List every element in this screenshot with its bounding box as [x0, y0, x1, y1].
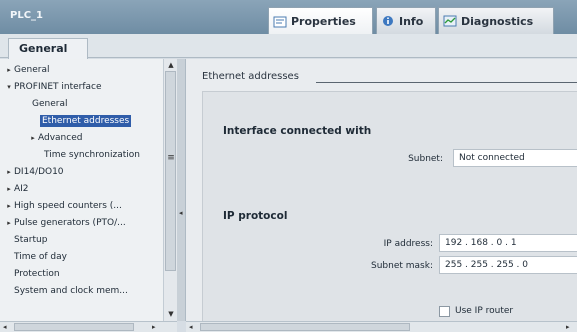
info-icon [381, 15, 395, 27]
nav-horizontal-scrollbar[interactable]: ◂ ▸ [0, 321, 177, 332]
scroll-thumb[interactable] [165, 71, 176, 271]
nav-item-time-synchronization[interactable]: Time synchronization [44, 148, 140, 163]
nav-item-label: Time synchronization [44, 150, 140, 160]
nav-item-time-of-day[interactable]: Time of day [14, 250, 67, 265]
nav-item-startup[interactable]: Startup [14, 233, 47, 248]
nav-vertical-scrollbar[interactable]: ▲ ≡ ▼ [163, 59, 177, 321]
expand-arrow-icon[interactable]: ▸ [4, 182, 14, 197]
nav-item-label: System and clock mem... [14, 286, 128, 296]
nav-item-label: Startup [14, 235, 48, 245]
scroll-thumb[interactable] [14, 323, 134, 331]
tab-diagnostics-label: Diagnostics [461, 14, 534, 28]
tab-general[interactable]: General [8, 38, 88, 59]
diagnostics-icon [443, 15, 457, 27]
nav-item-advanced[interactable]: ▸ Advanced [28, 131, 82, 146]
nav-item-label: Ethernet addresses [40, 115, 132, 127]
content-horizontal-scrollbar[interactable]: ◂ ▸ [186, 321, 577, 332]
scroll-thumb[interactable] [200, 323, 410, 331]
nav-item-system-clock-memory[interactable]: System and clock mem... [14, 284, 128, 299]
scroll-left-icon[interactable]: ◂ [3, 322, 7, 332]
nav-item-label: Time of day [14, 252, 67, 262]
subnet-label: Subnet: [408, 154, 443, 164]
scroll-up-icon[interactable]: ▲ [166, 60, 176, 70]
scroll-right-icon[interactable]: ▸ [566, 322, 570, 332]
nav-item-di14-do10[interactable]: ▸ DI14/DO10 [4, 165, 64, 180]
expand-arrow-icon[interactable]: ▸ [4, 63, 14, 78]
scroll-down-icon[interactable]: ▼ [166, 309, 176, 319]
expand-arrow-icon[interactable]: ▸ [28, 131, 38, 146]
expand-arrow-icon[interactable]: ▸ [4, 165, 14, 180]
scroll-left-icon[interactable]: ◂ [189, 322, 193, 332]
section-title: Ethernet addresses [202, 71, 299, 82]
nav-item-label: High speed counters (... [14, 201, 122, 211]
grip-icon: ≡ [167, 153, 175, 163]
nav-item-label: PROFINET interface [14, 82, 102, 92]
nav-item-pulse-generators[interactable]: ▸ Pulse generators (PTO/... [4, 216, 126, 231]
nav-item-label: AI2 [14, 184, 29, 194]
tab-properties[interactable]: Properties [268, 7, 373, 35]
subnet-dropdown[interactable]: Not connected [453, 149, 577, 167]
nav-item-label: Pulse generators (PTO/... [14, 218, 126, 228]
collapse-arrow-icon[interactable]: ▾ [4, 80, 14, 95]
properties-icon [273, 16, 287, 28]
device-title: PLC_1 [10, 10, 43, 21]
splitter-arrow-icon[interactable]: ◂ [179, 209, 183, 217]
nav-item-general[interactable]: ▸ General [4, 63, 49, 78]
nav-item-label: General [14, 65, 50, 75]
nav-item-label: DI14/DO10 [14, 167, 64, 177]
nav-item-profinet-interface[interactable]: ▾ PROFINET interface [4, 80, 102, 95]
subnet-mask-label: Subnet mask: [371, 261, 433, 271]
expand-arrow-icon[interactable]: ▸ [4, 199, 14, 214]
tab-properties-label: Properties [291, 15, 356, 28]
ethernet-panel: Interface connected with Subnet: Not con… [202, 91, 577, 321]
ip-protocol-title: IP protocol [223, 210, 288, 222]
nav-item-ethernet-addresses[interactable]: Ethernet addresses [40, 114, 132, 129]
ip-address-field[interactable]: 192 . 168 . 0 . 1 [439, 234, 577, 252]
nav-item-protection[interactable]: Protection [14, 267, 60, 282]
expand-arrow-icon[interactable]: ▸ [4, 216, 14, 231]
nav-item-label: Protection [14, 269, 60, 279]
ip-address-label: IP address: [383, 239, 433, 249]
interface-section-title: Interface connected with [223, 125, 372, 137]
tab-info[interactable]: Info [376, 7, 436, 34]
nav-item-profinet-general[interactable]: General [32, 97, 67, 112]
nav-item-label: General [32, 99, 68, 109]
nav-item-high-speed-counters[interactable]: ▸ High speed counters (... [4, 199, 122, 214]
use-ip-router-label: Use IP router [455, 306, 514, 316]
tab-info-label: Info [399, 14, 424, 28]
nav-item-ai2[interactable]: ▸ AI2 [4, 182, 29, 197]
properties-content: Ethernet addresses Interface connected w… [186, 59, 577, 321]
scroll-right-icon[interactable]: ▸ [152, 322, 156, 332]
use-ip-router-checkbox[interactable] [439, 306, 450, 317]
nav-item-label: Advanced [38, 133, 83, 143]
pane-splitter[interactable]: ◂ [177, 59, 186, 321]
tab-diagnostics[interactable]: Diagnostics [438, 7, 554, 34]
section-divider [316, 82, 577, 83]
property-nav-tree: ▸ General ▾ PROFINET interface General Eth… [0, 59, 177, 321]
subnet-mask-field[interactable]: 255 . 255 . 255 . 0 [439, 256, 577, 274]
